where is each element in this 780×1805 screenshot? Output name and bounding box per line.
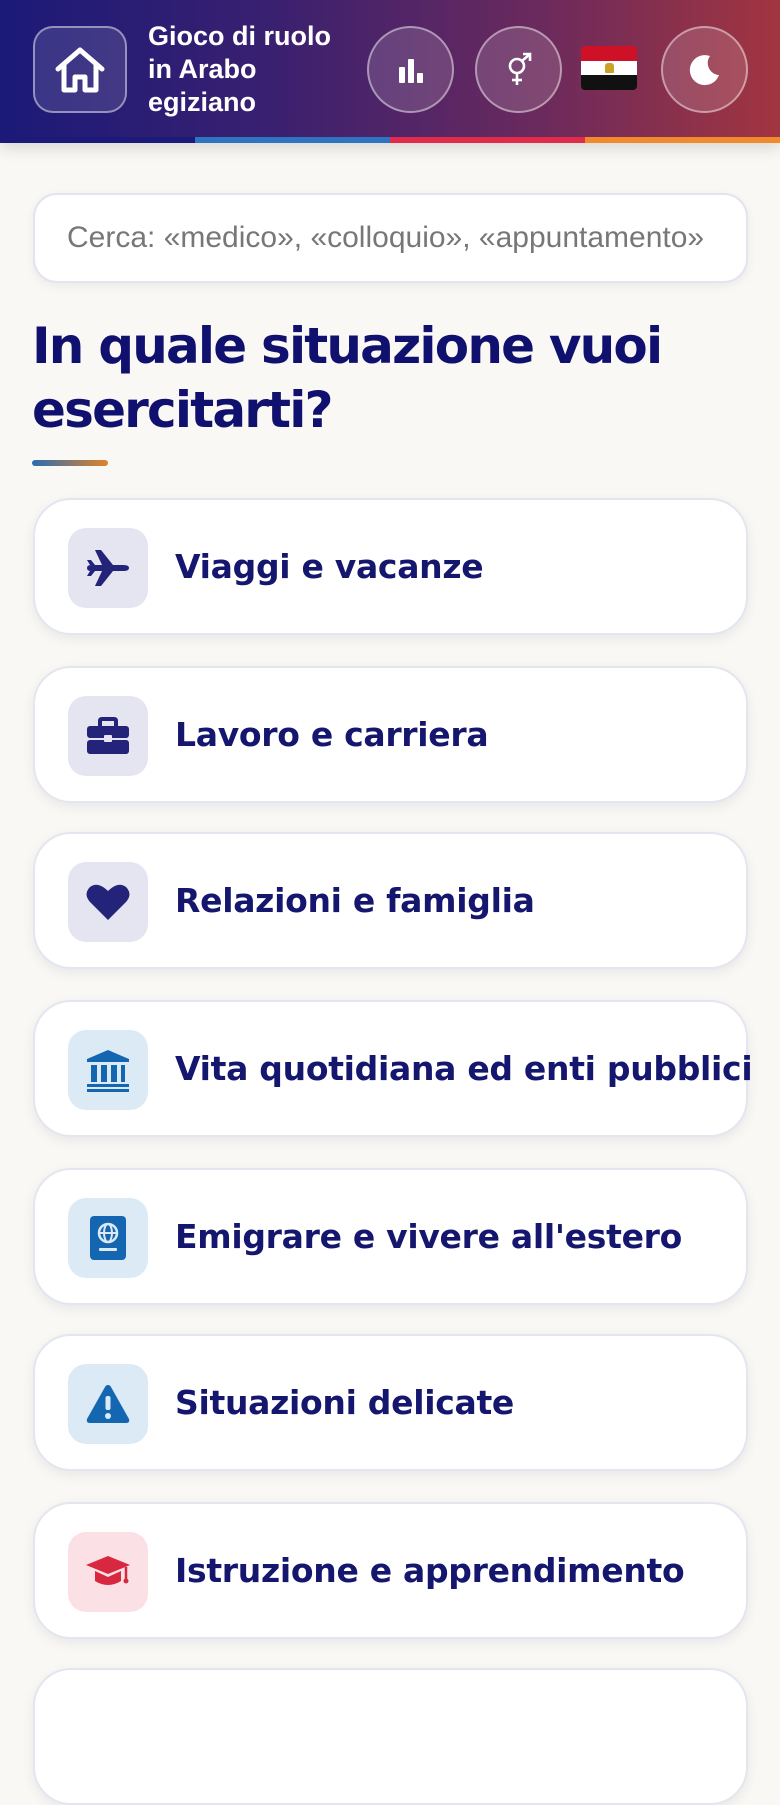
airplane-icon [68,528,148,608]
moon-icon [689,54,719,85]
category-card-delicate-situations[interactable]: Situazioni delicate [33,1334,748,1471]
search-input[interactable] [67,221,714,255]
heart-icon [68,862,148,942]
theme-toggle-button[interactable] [661,26,748,113]
category-label: Lavoro e carriera [175,715,489,754]
category-label: Istruzione e apprendimento [175,1551,685,1590]
category-card-emigration[interactable]: Emigrare e vivere all'estero [33,1168,748,1305]
egypt-flag-icon[interactable] [581,46,637,90]
warning-icon [68,1364,148,1444]
briefcase-icon [68,696,148,776]
header-color-stripe [0,137,780,143]
graduation-cap-icon [68,1532,148,1612]
category-card-work[interactable]: Lavoro e carriera [33,666,748,803]
app-title-line-2: in Arabo [148,54,257,84]
category-card-relationships[interactable]: Relazioni e famiglia [33,832,748,969]
category-label: Viaggi e vacanze [175,547,484,586]
home-button[interactable] [33,26,127,113]
app-title-line-1: Gioco di ruolo [148,21,331,51]
category-label: Vita quotidiana ed enti pubblici [175,1049,753,1088]
stats-button[interactable] [367,26,454,113]
category-label: Relazioni e famiglia [175,881,535,920]
gender-button[interactable] [475,26,562,113]
home-icon [55,47,105,92]
search-box[interactable] [33,193,748,283]
category-card-education[interactable]: Istruzione e apprendimento [33,1502,748,1639]
title-underline [32,460,108,466]
category-card-daily-life[interactable]: Vita quotidiana ed enti pubblici [33,1000,753,1137]
app-title-line-3: egiziano [148,87,257,117]
category-label: Situazioni delicate [175,1383,515,1422]
category-card-more[interactable] [33,1668,748,1805]
bar-chart-icon [398,58,423,83]
page-title: In quale situazione vuoi esercitarti? [32,317,663,439]
passport-icon [68,1198,148,1278]
bank-building-icon [68,1030,148,1110]
gender-symbol-icon [508,52,531,85]
app-header: Gioco di ruolo in Arabo egiziano [0,0,780,143]
category-card-travel[interactable]: Viaggi e vacanze [33,498,748,635]
category-label: Emigrare e vivere all'estero [175,1217,682,1256]
app-title: Gioco di ruolo in Arabo egiziano [148,20,353,119]
